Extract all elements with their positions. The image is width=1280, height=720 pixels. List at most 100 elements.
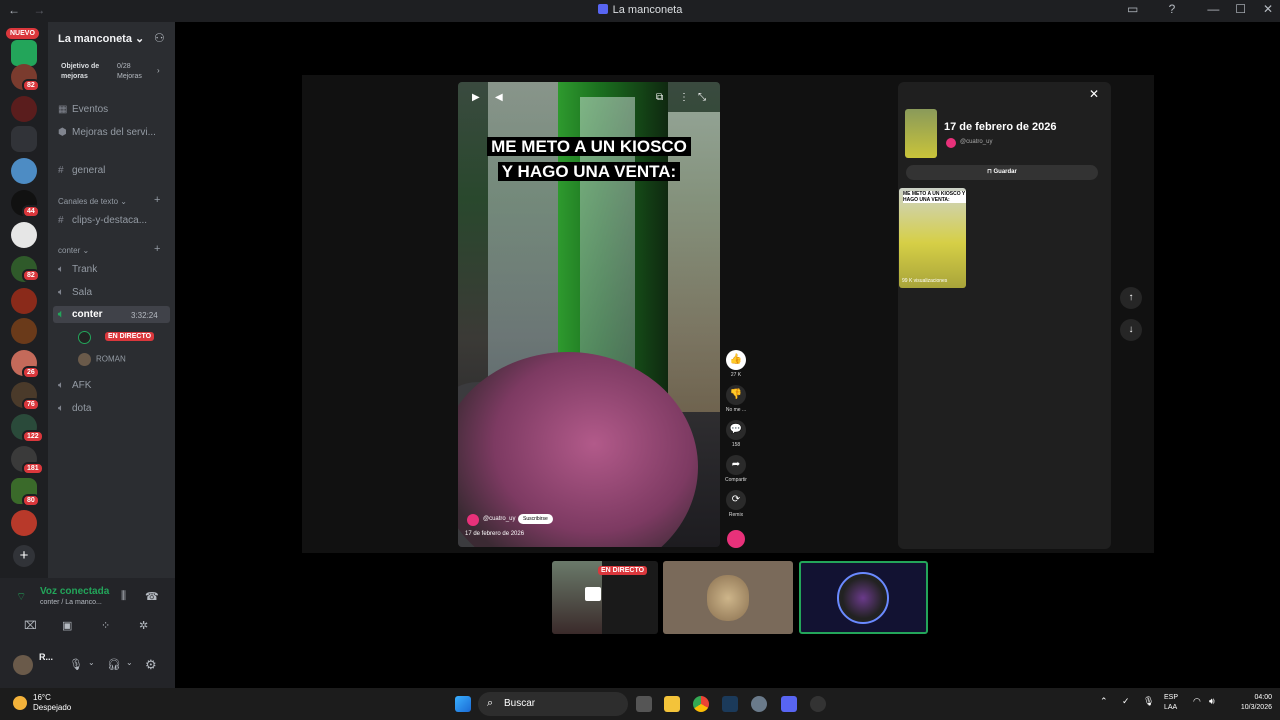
invite-icon[interactable]: ⚇ xyxy=(154,31,165,45)
live-badge: EN DIRECTO xyxy=(598,566,648,575)
short-video[interactable]: ME METO A UN KIOSCO Y HAGO UNA VENTA: ▶ ◀… xyxy=(458,82,720,547)
play-icon[interactable]: ▶ xyxy=(472,92,480,103)
close-button[interactable]: ✕ xyxy=(1256,2,1280,16)
save-button[interactable]: ⊓ Guardar xyxy=(906,165,1098,180)
app-icon[interactable] xyxy=(810,696,826,712)
arrow-down-icon[interactable]: ↓ xyxy=(1120,319,1142,341)
microphone-icon[interactable]: 🎙︎ xyxy=(69,658,83,671)
headphones-icon[interactable]: 🎧︎ xyxy=(107,658,121,671)
chevron-down-icon[interactable]: ⌄ xyxy=(88,658,95,667)
channel-avatar[interactable] xyxy=(946,138,956,148)
server-icon[interactable] xyxy=(11,126,37,152)
remix-button[interactable]: ⟳ Remix xyxy=(722,490,750,518)
mention-badge: 44 xyxy=(22,205,40,218)
server-icon[interactable] xyxy=(11,288,37,314)
add-channel-icon[interactable]: + xyxy=(154,194,160,206)
category-text[interactable]: Canales de texto ⌄ xyxy=(58,197,127,206)
search-box[interactable]: ⌕ Buscar xyxy=(478,692,628,716)
voice-member-1[interactable] xyxy=(78,331,91,344)
voice-member-roman[interactable]: ROMAN xyxy=(78,353,126,366)
user-tile-cat[interactable] xyxy=(663,561,793,634)
voice-location[interactable]: conter / La manco... xyxy=(40,599,102,606)
close-icon[interactable]: ✕ xyxy=(1089,87,1099,101)
stream-tile-live[interactable]: EN DIRECTO xyxy=(552,561,658,634)
server-icon[interactable] xyxy=(11,222,37,248)
start-icon[interactable] xyxy=(455,696,471,712)
clock[interactable]: 04:00 10/3/2026 xyxy=(1228,693,1272,713)
noise-suppression-icon[interactable]: ⫼ xyxy=(121,590,126,603)
task-view-icon[interactable] xyxy=(636,696,652,712)
category-voice[interactable]: conter ⌄ xyxy=(58,246,89,255)
voice-channel-dota[interactable]: 🔈︎ dota xyxy=(58,403,91,414)
chrome-icon[interactable] xyxy=(693,696,709,712)
boost-goal[interactable]: Objetivo de mejoras 0/28 Mejoras › xyxy=(54,58,170,84)
windows-taskbar: 16°C Despejado ⌕ Buscar ⌃ ✓ 🎙︎ ESP LAA ◠ 🔊… xyxy=(0,688,1280,720)
channel-handle[interactable]: @cuatro_uy xyxy=(483,516,515,522)
server-icon[interactable] xyxy=(11,318,37,344)
add-channel-icon[interactable]: + xyxy=(154,243,160,255)
voice-channel-afk[interactable]: 🔈︎ AFK xyxy=(58,380,91,391)
chevron-down-icon: ⌄ xyxy=(135,33,145,45)
dislike-button[interactable]: 👎 No me ... xyxy=(722,385,750,413)
gear-icon[interactable]: ⚙ xyxy=(145,657,157,673)
thumbs-down-icon: 👎 xyxy=(726,385,746,405)
voice-channel-conter[interactable]: 🔈︎ conter xyxy=(58,309,103,320)
username: R... xyxy=(39,652,54,662)
captions-icon[interactable]: ⧉ xyxy=(656,92,663,103)
channel-general[interactable]: # general xyxy=(58,165,105,176)
voice-channel-sala[interactable]: 🔈︎ Sala xyxy=(58,287,92,298)
volume-icon[interactable]: 🔊︎ xyxy=(1209,696,1215,707)
steam-icon[interactable] xyxy=(722,696,738,712)
subscribe-button[interactable]: Suscribirse xyxy=(518,514,553,524)
server-icon[interactable] xyxy=(11,40,37,66)
channel-avatar[interactable] xyxy=(467,514,479,526)
file-explorer-icon[interactable] xyxy=(664,696,680,712)
mention-badge: 76 xyxy=(22,398,40,411)
video-info-panel: ✕ 17 de febrero de 2026 @cuatro_uy ⊓ Gua… xyxy=(898,82,1111,549)
voice-channel-trank[interactable]: 🔈︎ Trank xyxy=(58,264,97,275)
channel-avatar-small[interactable] xyxy=(727,530,745,548)
discord-icon[interactable] xyxy=(781,696,797,712)
chevron-down-icon[interactable]: ⌄ xyxy=(126,658,133,667)
share-button[interactable]: ➦ Compartir xyxy=(722,455,750,483)
more-icon[interactable]: ⋮ xyxy=(679,92,689,103)
disconnect-icon[interactable]: ☎ xyxy=(145,590,159,603)
volume-icon[interactable]: ◀ xyxy=(495,92,503,103)
add-server-button[interactable]: + xyxy=(13,545,35,567)
remix-icon: ⟳ xyxy=(726,490,746,510)
channel-clips[interactable]: # clips-y-destaca... xyxy=(58,215,147,226)
events-item[interactable]: ▦ Eventos xyxy=(58,104,108,115)
stream-preview-icon xyxy=(585,587,601,601)
language-indicator[interactable]: ESP LAA xyxy=(1164,693,1178,713)
weather-widget[interactable]: 16°C Despejado xyxy=(33,693,71,713)
activities-icon[interactable]: ⁘ xyxy=(101,619,110,632)
avatar[interactable] xyxy=(13,655,33,675)
tray-mic-icon[interactable]: 🎙︎ xyxy=(1143,696,1154,707)
help-icon[interactable]: ? xyxy=(1160,2,1184,16)
comments-button[interactable]: 💬 158 xyxy=(722,420,750,448)
wifi-icon[interactable]: ◠ xyxy=(1193,696,1201,707)
window-title: La manconeta xyxy=(0,4,1280,16)
server-icon[interactable] xyxy=(11,158,37,184)
settings-icon[interactable] xyxy=(751,696,767,712)
user-tile-speaking[interactable] xyxy=(799,561,928,634)
screen-share-icon[interactable]: ▣ xyxy=(62,619,72,632)
fullscreen-icon[interactable]: ⤡ xyxy=(698,92,706,103)
comment-icon: 💬 xyxy=(726,420,746,440)
video-thumbnail[interactable] xyxy=(905,109,937,158)
server-name[interactable]: La manconeta ⌄ xyxy=(58,32,144,45)
related-video-card[interactable]: ME METO A UN KIOSCO Y HAGO UNA VENTA: 99… xyxy=(899,188,966,288)
server-icon[interactable] xyxy=(11,96,37,122)
server-icon[interactable] xyxy=(11,510,37,536)
arrow-up-icon[interactable]: ↑ xyxy=(1120,287,1142,309)
soundboard-icon[interactable]: ✲ xyxy=(139,619,148,632)
channel-handle[interactable]: @cuatro_uy xyxy=(960,139,992,145)
tray-app-icon[interactable]: ✓ xyxy=(1122,696,1130,707)
upgrades-item[interactable]: ⬢ Mejoras del servi... xyxy=(58,127,156,138)
camera-off-icon[interactable]: ⌧ xyxy=(24,619,37,632)
like-button[interactable]: 👍 27 K xyxy=(722,350,750,378)
minimize-button[interactable]: — xyxy=(1201,2,1225,16)
inbox-icon[interactable]: ▭ xyxy=(1121,2,1145,16)
maximize-button[interactable]: ☐ xyxy=(1229,2,1253,16)
tray-chevron-icon[interactable]: ⌃ xyxy=(1100,696,1108,707)
